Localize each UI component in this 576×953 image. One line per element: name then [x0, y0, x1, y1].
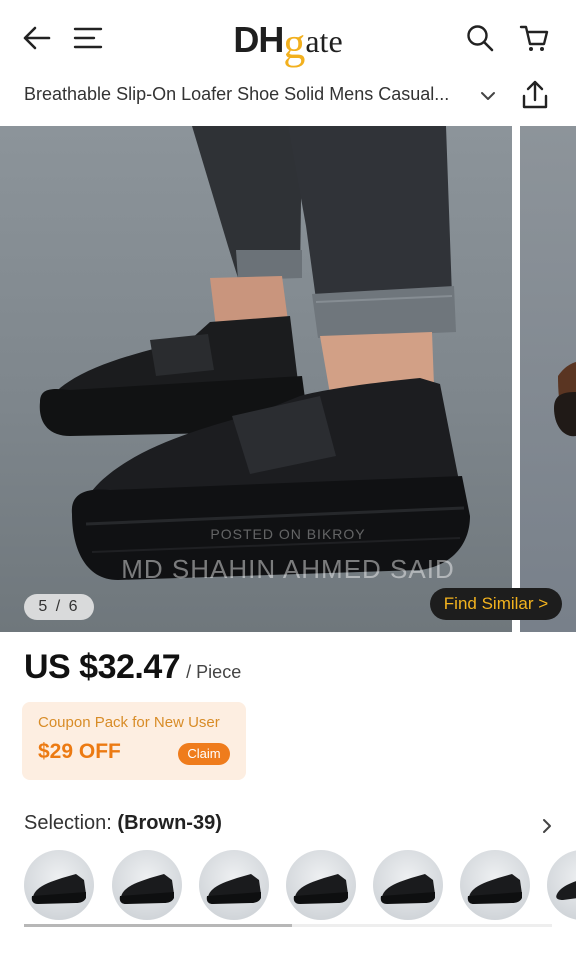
next-product-photo[interactable] — [520, 126, 576, 632]
selection-value: (Brown-39) — [117, 812, 222, 834]
scrollbar-thumb[interactable] — [24, 924, 292, 927]
variant-thumbnail[interactable] — [286, 850, 356, 920]
variant-thumbnail[interactable] — [460, 850, 530, 920]
variant-thumbnail[interactable] — [547, 850, 576, 920]
selection-row[interactable]: Selection: (Brown-39) — [24, 812, 556, 840]
product-photo[interactable]: POSTED ON BIKROY MD SHAHIN AHMED SAID — [0, 126, 512, 632]
variant-thumbnail[interactable] — [373, 850, 443, 920]
claim-button[interactable]: Claim — [178, 743, 230, 765]
price-unit: / Piece — [186, 662, 242, 682]
image-counter: 5 / 6 — [24, 594, 94, 620]
search-icon[interactable] — [462, 20, 498, 56]
chevron-right-icon[interactable] — [538, 816, 556, 836]
variant-thumbnail[interactable] — [199, 850, 269, 920]
product-title-row[interactable]: Breathable Slip-On Loafer Shoe Solid Men… — [0, 72, 576, 120]
coupon-pack-card[interactable]: Coupon Pack for New User $29 OFF Claim — [22, 702, 246, 780]
chevron-down-icon[interactable] — [476, 84, 500, 108]
product-image-gallery[interactable]: POSTED ON BIKROY MD SHAHIN AHMED SAID 5 … — [0, 126, 576, 632]
variant-thumbnail[interactable] — [112, 850, 182, 920]
variant-thumbnail[interactable] — [24, 850, 94, 920]
find-similar-button[interactable]: Find Similar > — [430, 588, 562, 620]
product-title: Breathable Slip-On Loafer Shoe Solid Men… — [24, 84, 450, 104]
watermark-posted: POSTED ON BIKROY — [210, 526, 366, 542]
thumbnail-scrollbar[interactable] — [24, 924, 552, 927]
variant-thumbnails[interactable] — [24, 850, 576, 920]
cart-icon[interactable] — [516, 20, 552, 56]
watermark-name: MD SHAHIN AHMED SAID — [121, 554, 455, 584]
top-bar: DHgate — [0, 0, 576, 78]
price-row: US $32.47/ Piece — [24, 648, 241, 692]
coupon-title: Coupon Pack for New User — [38, 714, 220, 731]
selection-label: Selection: — [24, 812, 112, 834]
share-icon[interactable] — [518, 78, 552, 112]
product-price: US $32.47 — [24, 648, 181, 686]
coupon-amount: $29 OFF — [38, 740, 121, 763]
